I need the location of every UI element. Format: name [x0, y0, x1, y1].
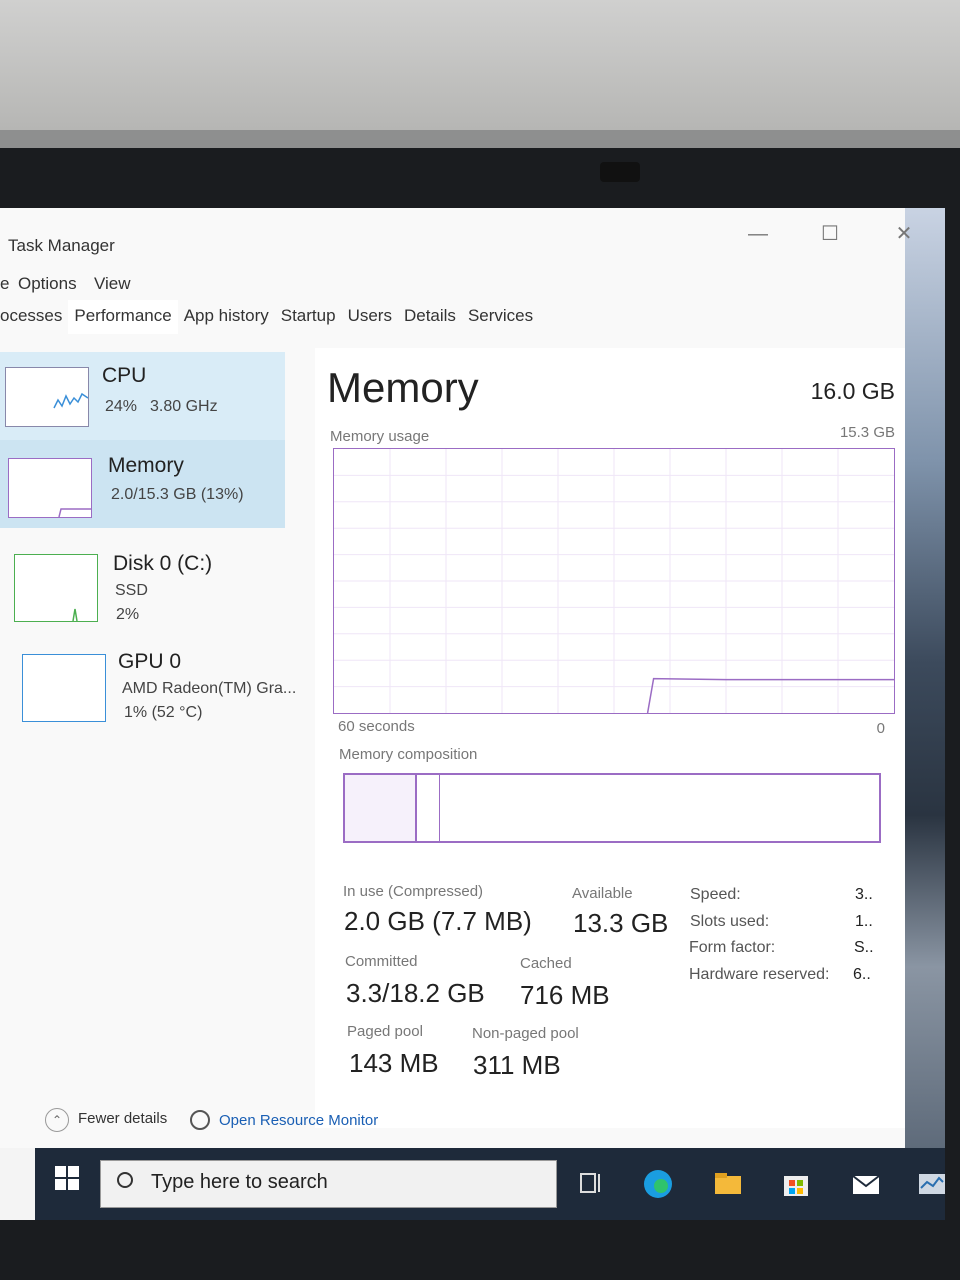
hardware-reserved-label: Hardware reserved:	[689, 966, 830, 983]
cached-value: 716 MB	[520, 980, 610, 1010]
memory-usage-max: 15.3 GB	[839, 424, 895, 441]
memory-label: Memory	[108, 454, 184, 477]
tab-services[interactable]: Services	[462, 300, 539, 334]
task-view-icon[interactable]	[575, 1168, 609, 1200]
slots-value: 1..	[855, 913, 873, 930]
disk-label: Disk 0 (C:)	[113, 552, 213, 575]
memory-usage-line	[646, 677, 894, 714]
nonpaged-pool-label: Non-paged pool	[472, 1025, 579, 1042]
paged-pool-value: 143 MB	[349, 1048, 439, 1078]
maximize-button[interactable]: ☐	[810, 220, 850, 248]
time-span-label: 60 seconds	[338, 718, 415, 735]
slots-label: Slots used:	[690, 913, 770, 930]
mail-icon[interactable]	[849, 1168, 883, 1200]
sidebar-item-gpu[interactable]: GPU 0 AMD Radeon(TM) Gra... 1% (52 °C)	[0, 632, 300, 722]
memory-composition-bar	[343, 773, 881, 843]
background-wall	[0, 0, 960, 135]
form-factor-label: Form factor:	[689, 939, 776, 956]
page-title: Memory	[327, 364, 479, 411]
composition-modified	[417, 775, 440, 841]
screen: Task Manager — ☐ ✕ e Options View ocesse…	[0, 208, 945, 1220]
cpu-label: CPU	[102, 364, 147, 387]
window-title: Task Manager	[8, 236, 115, 255]
footer-bar: ⌃ Fewer details Open Resource Monitor	[35, 1088, 905, 1148]
tab-bar: ocesses Performance App history Startup …	[0, 300, 539, 334]
windows-start-icon[interactable]	[55, 1166, 79, 1190]
cpu-thumbnail-graph	[5, 367, 89, 427]
tab-processes[interactable]: ocesses	[0, 300, 68, 334]
store-icon[interactable]	[779, 1168, 813, 1200]
desktop-wallpaper	[905, 208, 945, 1220]
composition-label: Memory composition	[339, 746, 478, 763]
chevron-up-icon[interactable]: ⌃	[45, 1108, 69, 1132]
cpu-speed: 3.80 GHz	[150, 398, 218, 415]
disk-usage: 2%	[116, 606, 140, 623]
gpu-usage: 1% (52 °C)	[124, 704, 203, 721]
task-manager-taskbar-icon[interactable]	[915, 1168, 945, 1200]
form-factor-value: S..	[854, 939, 874, 956]
taskbar: Type here to search	[35, 1148, 945, 1220]
memory-usage: 2.0/15.3 GB (13%)	[111, 486, 244, 503]
disk-type: SSD	[115, 582, 148, 599]
speed-label: Speed:	[690, 886, 741, 903]
hardware-reserved-value: 6..	[853, 966, 871, 983]
paged-pool-label: Paged pool	[347, 1023, 423, 1040]
cpu-usage: 24%	[105, 398, 138, 415]
menu-view[interactable]: View	[94, 274, 131, 294]
edge-browser-icon[interactable]	[641, 1168, 675, 1200]
memory-usage-label: Memory usage	[330, 428, 430, 445]
tab-startup[interactable]: Startup	[275, 300, 342, 334]
tab-details[interactable]: Details	[398, 300, 462, 334]
tab-users[interactable]: Users	[342, 300, 398, 334]
nonpaged-pool-value: 311 MB	[473, 1050, 561, 1080]
minimize-button[interactable]: —	[738, 220, 778, 248]
sidebar-item-memory[interactable]: Memory 2.0/15.3 GB (13%)	[0, 440, 285, 528]
speed-value: 3..	[855, 886, 873, 903]
tab-app-history[interactable]: App history	[178, 300, 275, 334]
open-resource-monitor-link[interactable]: Open Resource Monitor	[219, 1112, 378, 1129]
bezel-edge	[0, 130, 960, 148]
taskbar-search-box[interactable]: Type here to search	[100, 1160, 557, 1208]
close-button[interactable]: ✕	[884, 220, 924, 248]
memory-total: 16.0 GB	[810, 378, 895, 404]
composition-in-use	[345, 775, 417, 841]
memory-thumbnail-graph	[8, 458, 92, 518]
tab-performance[interactable]: Performance	[68, 300, 178, 334]
disk-thumbnail-graph	[14, 554, 98, 622]
memory-usage-graph	[333, 448, 895, 714]
search-placeholder: Type here to search	[151, 1171, 328, 1193]
cached-label: Cached	[520, 955, 572, 972]
sidebar-item-disk[interactable]: Disk 0 (C:) SSD 2%	[0, 530, 285, 623]
file-explorer-icon[interactable]	[711, 1168, 745, 1200]
sidebar-item-cpu[interactable]: CPU 24% 3.80 GHz	[0, 352, 285, 440]
menu-options[interactable]: Options	[18, 274, 77, 294]
committed-label: Committed	[345, 953, 418, 970]
in-use-value: 2.0 GB (7.7 MB)	[344, 906, 532, 936]
resource-monitor-icon	[190, 1110, 210, 1130]
graph-zero-label: 0	[876, 720, 885, 737]
menu-file[interactable]: e	[0, 274, 9, 294]
available-label: Available	[572, 885, 633, 902]
gpu-label: GPU 0	[118, 650, 182, 673]
webcam	[600, 162, 640, 182]
search-icon	[117, 1172, 133, 1188]
gpu-model: AMD Radeon(TM) Gra...	[122, 680, 297, 697]
fewer-details-link[interactable]: Fewer details	[78, 1110, 167, 1127]
committed-value: 3.3/18.2 GB	[346, 978, 485, 1008]
memory-detail-panel: Memory 16.0 GB Memory usage 15.3 GB 60 s…	[315, 348, 905, 1128]
gpu-thumbnail-graph	[22, 654, 106, 722]
available-value: 13.3 GB	[573, 908, 669, 938]
task-manager-window: Task Manager — ☐ ✕ e Options View ocesse…	[0, 208, 912, 1148]
in-use-label: In use (Compressed)	[343, 883, 484, 900]
